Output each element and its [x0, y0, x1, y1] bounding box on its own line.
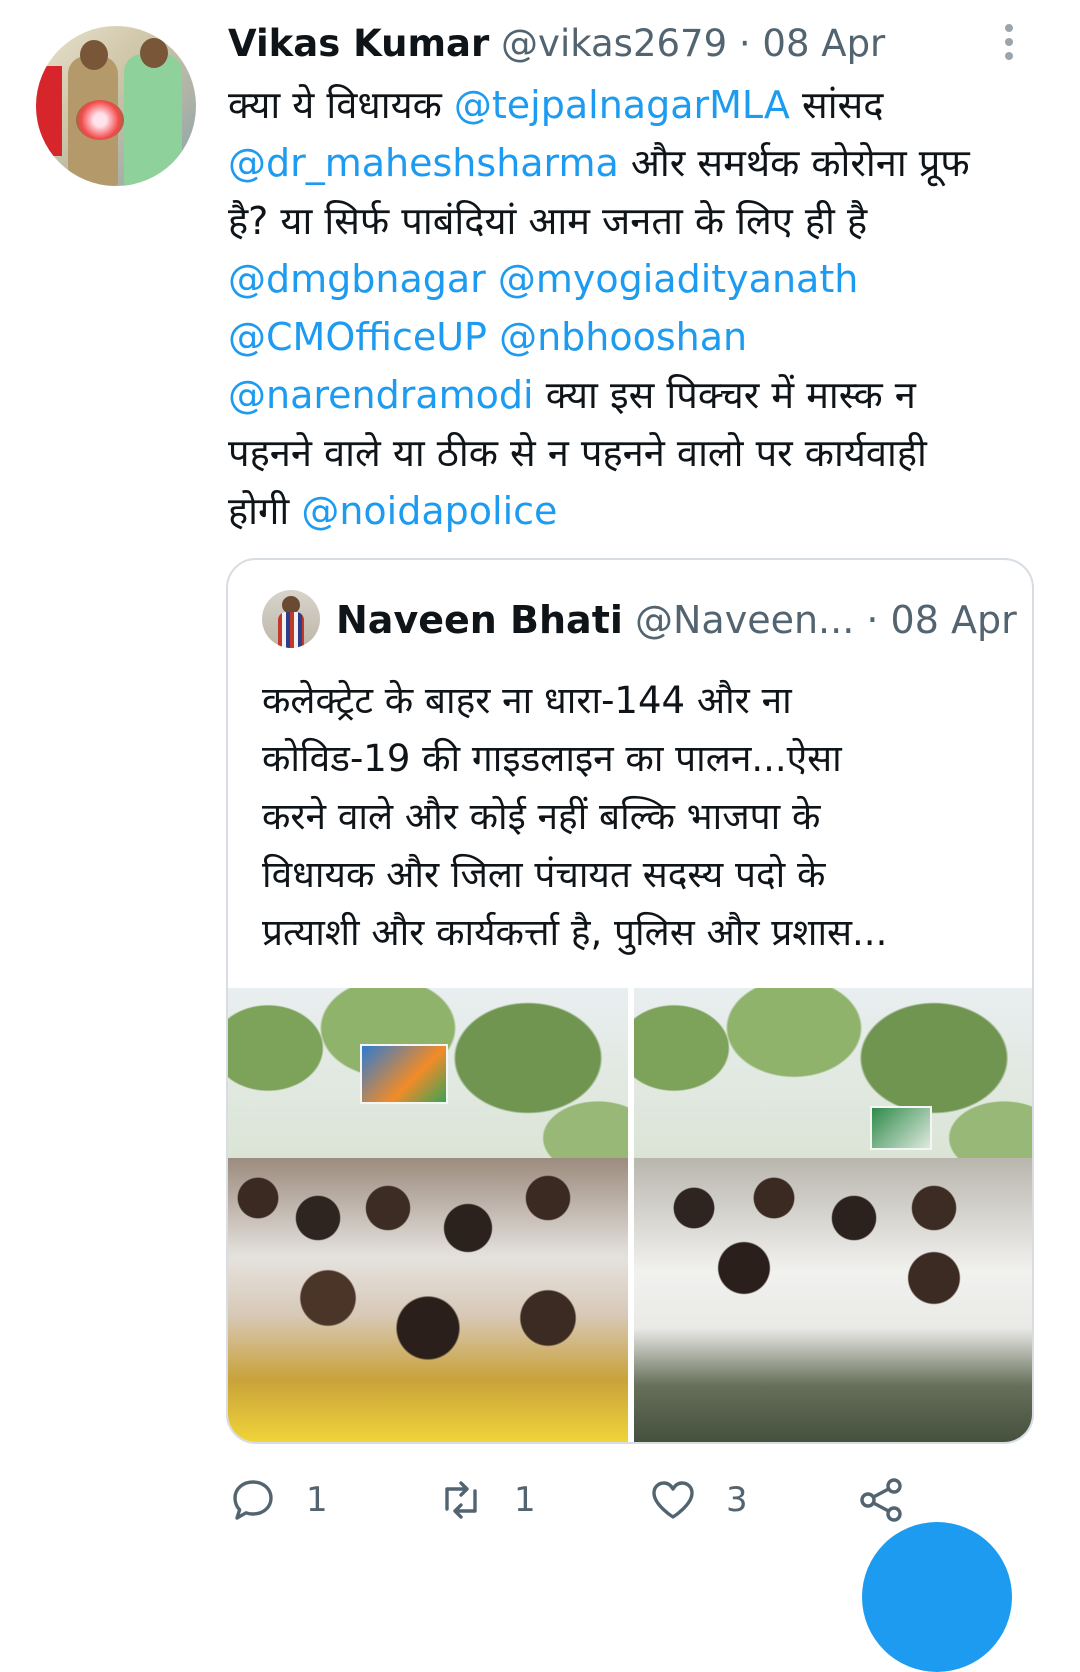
tweet-header: Vikas Kumar @vikas2679 · 08 Apr	[228, 18, 885, 70]
quoted-text-line: कोविड-19 की गाइडलाइन का पालन...ऐसा	[262, 737, 842, 780]
quoted-author-avatar[interactable]	[262, 590, 320, 648]
meta-separator: ·	[854, 598, 891, 642]
like-button[interactable]: 3	[648, 1470, 748, 1530]
retweet-icon	[445, 1481, 477, 1519]
mention-link[interactable]: @dmgbnagar	[228, 257, 486, 301]
crowd-graphic	[634, 1158, 1032, 1442]
more-options-icon[interactable]	[1000, 24, 1018, 66]
retweet-button[interactable]: 1	[436, 1470, 536, 1530]
quoted-author-handle: @Naveen...	[635, 598, 855, 642]
mention-link[interactable]: @noidapolice	[301, 489, 557, 533]
media-photo-2[interactable]	[634, 988, 1032, 1442]
quoted-text-line: कलेक्ट्रेट के बाहर ना धारा-144 और ना	[262, 679, 792, 722]
share-icon	[860, 1478, 902, 1522]
quoted-text-line: करने वाले और कोई नहीं बल्कि भाजपा के	[262, 795, 821, 838]
quoted-text-line: प्रत्याशी और कार्यकर्त्ता है, पुलिस और प…	[262, 911, 888, 954]
quoted-text-line: विधायक और जिला पंचायत सदस्य पदो के	[262, 853, 826, 896]
text-segment: होगी	[228, 489, 302, 533]
quoted-tweet-header: Naveen Bhati @Naveen... · 08 Apr	[336, 594, 1017, 646]
quoted-tweet-card[interactable]: Naveen Bhati @Naveen... · 08 Apr कलेक्ट्…	[226, 558, 1034, 1444]
meta-separator: ·	[727, 22, 763, 65]
banner-graphic	[870, 1106, 932, 1150]
heart-icon	[652, 1481, 694, 1519]
like-count: 3	[726, 1480, 748, 1520]
quoted-tweet-date: 08 Apr	[890, 598, 1017, 642]
text-segment: पहनने वाले या ठीक से न पहनने वालो पर कार…	[228, 431, 927, 475]
quoted-author-name: Naveen Bhati	[336, 598, 623, 642]
text-segment: सांसद	[789, 83, 884, 127]
text-segment: क्या इस पिक्चर में मास्क न	[533, 373, 916, 417]
mention-link[interactable]: @CMOfficeUP	[228, 315, 487, 359]
reply-button[interactable]: 1	[228, 1470, 328, 1530]
mention-link[interactable]: @nbhooshan	[499, 315, 747, 359]
mention-link[interactable]: @narendramodi	[228, 373, 534, 417]
author-avatar[interactable]	[36, 26, 196, 186]
media-photo-1[interactable]	[228, 988, 628, 1442]
share-button[interactable]	[856, 1470, 906, 1530]
tweet-text: क्या ये विधायक @tejpalnagarMLA सांसद @dr…	[228, 76, 1048, 540]
text-segment: है? या सिर्फ पाबंदियां आम जनता के लिए ही…	[228, 199, 868, 243]
author-name[interactable]: Vikas Kumar	[228, 22, 489, 65]
retweet-count: 1	[514, 1480, 536, 1520]
compose-fab-button[interactable]	[862, 1522, 1012, 1672]
tweet-date[interactable]: 08 Apr	[762, 22, 885, 65]
quoted-tweet-text: कलेक्ट्रेट के बाहर ना धारा-144 और ना कोव…	[262, 672, 1002, 962]
reply-count: 1	[306, 1480, 328, 1520]
author-handle[interactable]: @vikas2679	[501, 22, 727, 65]
mention-link[interactable]: @tejpalnagarMLA	[454, 83, 790, 127]
reply-icon	[233, 1480, 273, 1520]
text-segment: और समर्थक कोरोना प्रूफ	[618, 141, 970, 185]
banner-graphic	[360, 1044, 448, 1104]
media-grid	[228, 988, 1032, 1442]
tweet-actions: 1 1 3	[228, 1470, 1028, 1530]
mention-link[interactable]: @myogiadityanath	[498, 257, 858, 301]
mention-link[interactable]: @dr_maheshsharma	[228, 141, 619, 185]
text-segment: क्या ये विधायक	[228, 83, 454, 127]
crowd-graphic	[228, 1158, 628, 1442]
